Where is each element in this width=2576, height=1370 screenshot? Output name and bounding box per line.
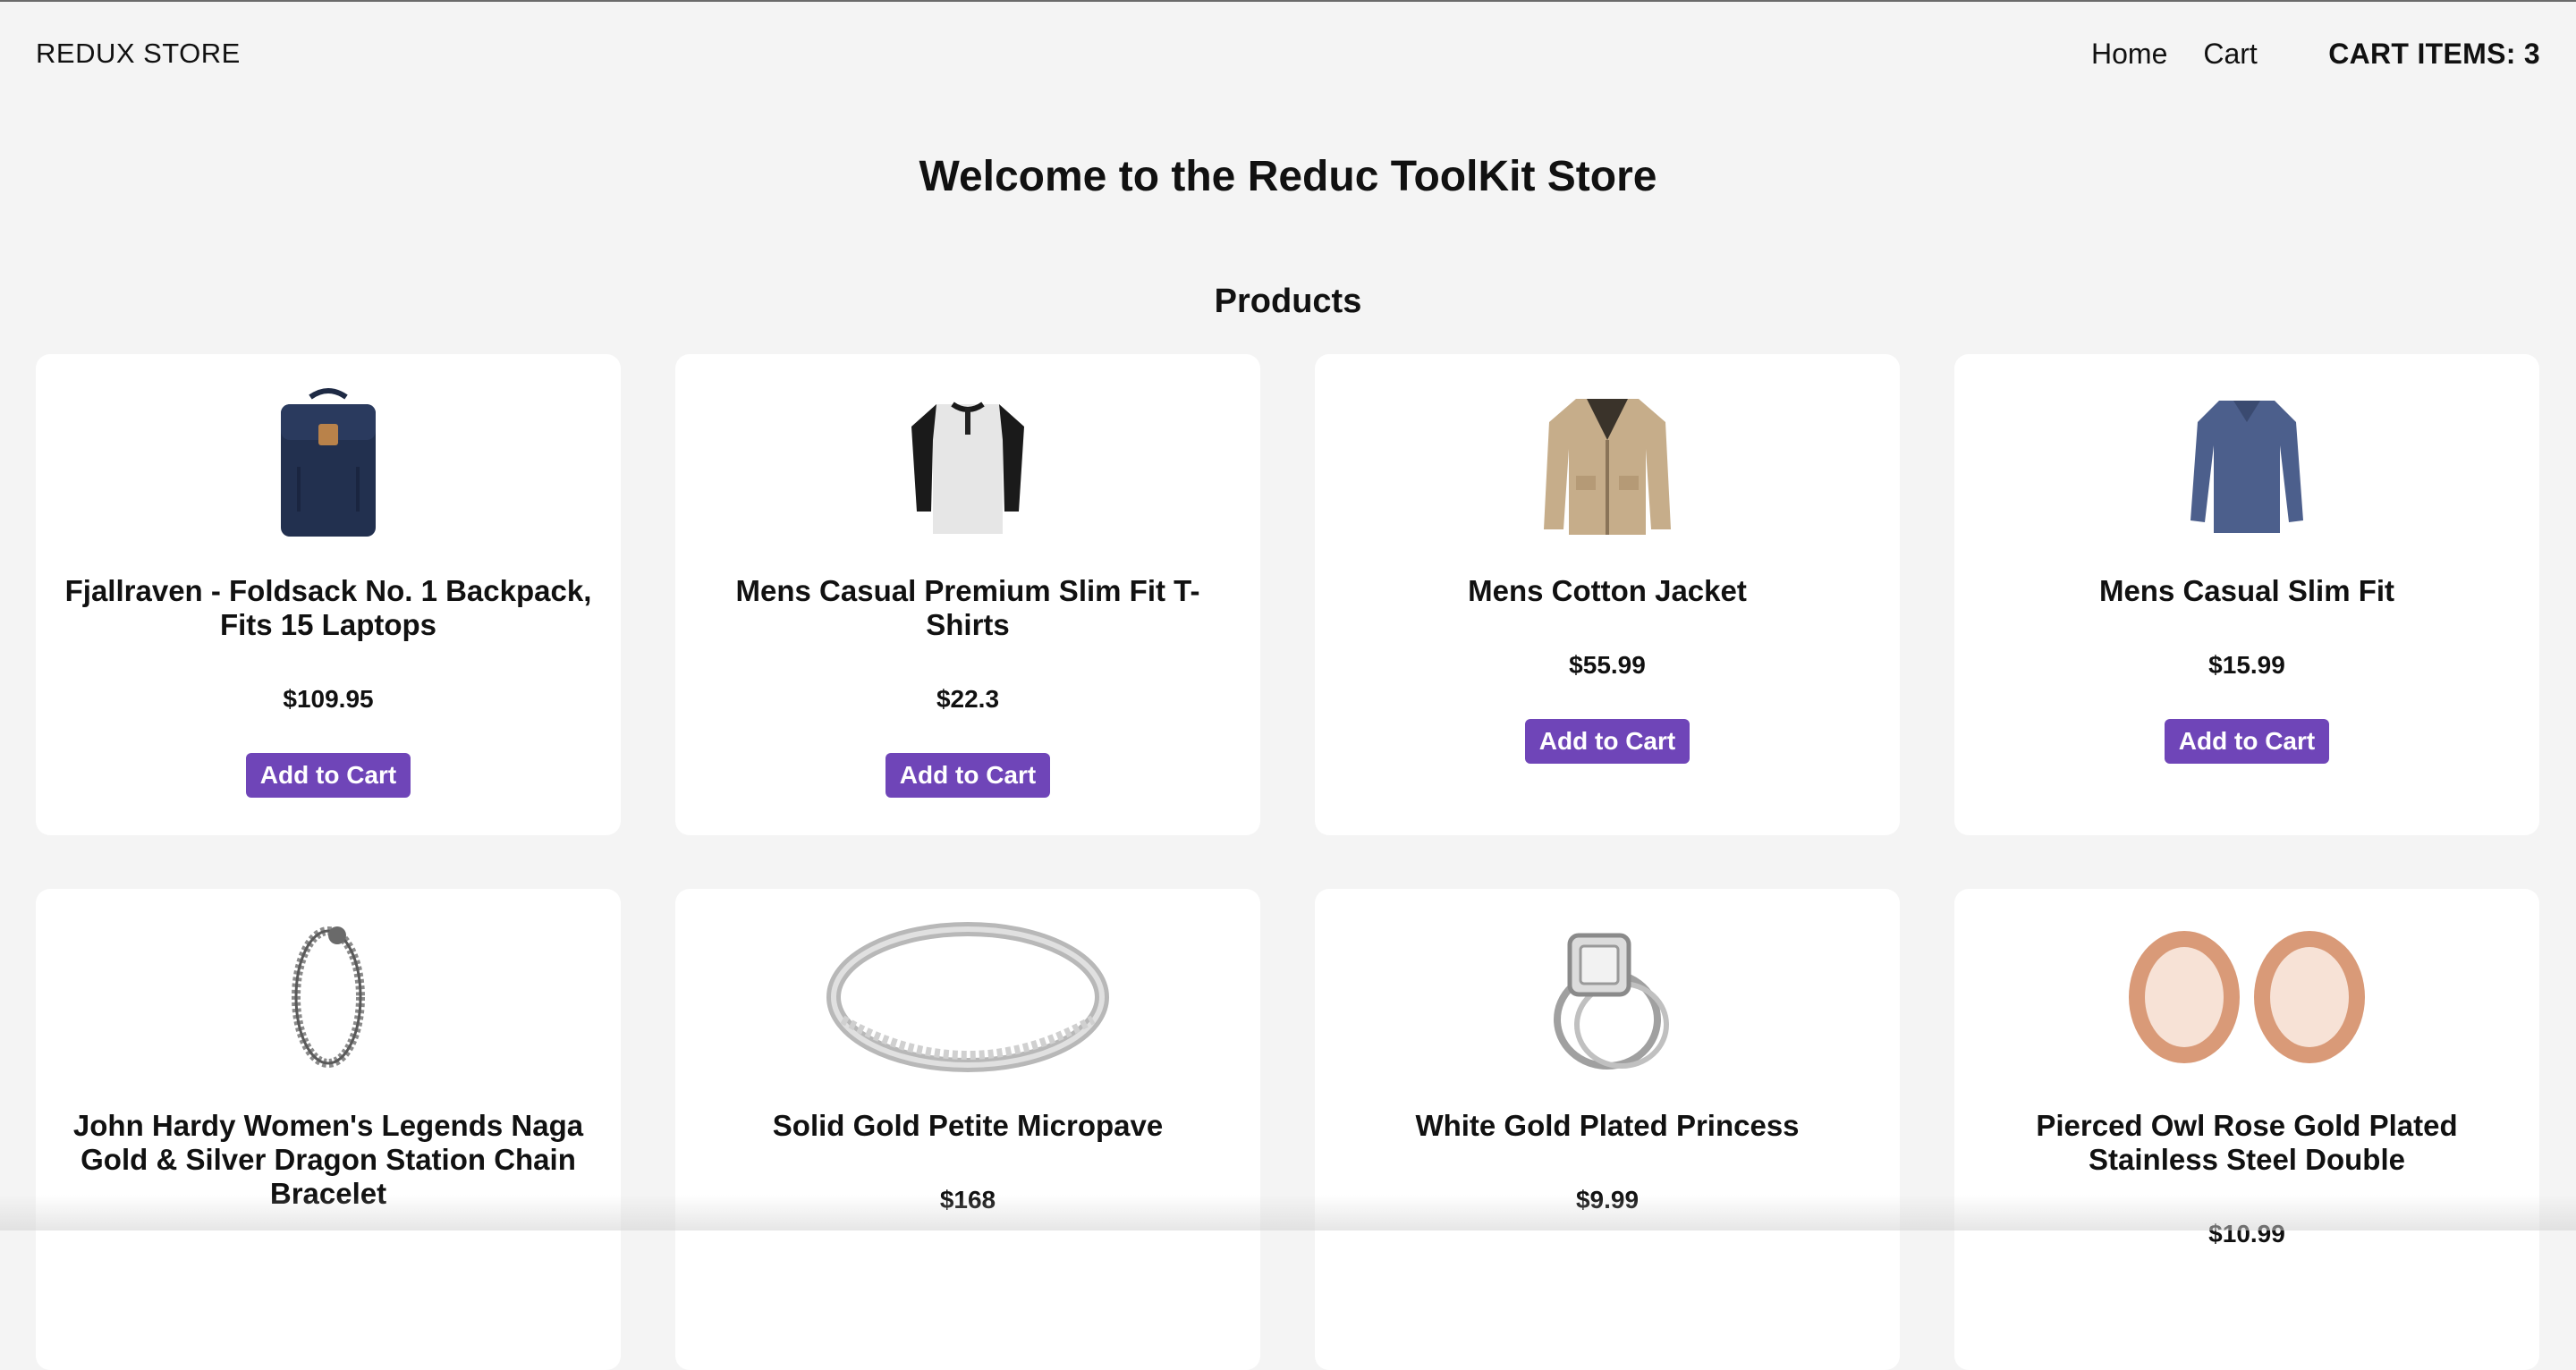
navbar: REDUX STORE Home Cart CART ITEMS: 3 <box>0 0 2576 111</box>
nav-home-link[interactable]: Home <box>2091 38 2167 71</box>
cart-items-count: CART ITEMS: 3 <box>2328 38 2540 70</box>
product-card: Pierced Owl Rose Gold Plated Stainless S… <box>1954 889 2539 1370</box>
long-sleeve-shirt-image[interactable] <box>1954 386 2539 538</box>
nav-links: Home Cart <box>2091 38 2258 71</box>
add-to-cart-button[interactable]: Add to Cart <box>246 753 411 798</box>
product-price: $22.3 <box>936 685 1000 713</box>
product-card: Solid Gold Petite Micropave $168 <box>675 889 1260 1370</box>
add-to-cart-button[interactable]: Add to Cart <box>886 753 1050 798</box>
product-title: Pierced Owl Rose Gold Plated Stainless S… <box>2036 1109 2458 1176</box>
product-title: Mens Cotton Jacket <box>1468 574 1747 607</box>
add-to-cart-button[interactable]: Add to Cart <box>1525 719 1690 764</box>
bottom-shadow <box>0 1195 2576 1230</box>
products-heading: Products <box>1214 283 1362 320</box>
product-price: $15.99 <box>2208 651 2285 679</box>
product-card: Mens Casual Premium Slim Fit T-Shirts $2… <box>675 354 1260 835</box>
product-title: White Gold Plated Princess <box>1415 1109 1800 1142</box>
henley-shirt-image[interactable] <box>675 386 1260 538</box>
nav-cart-link[interactable]: Cart <box>2203 38 2257 71</box>
page-title: Welcome to the Reduc ToolKit Store <box>919 153 1657 200</box>
product-card: John Hardy Women's Legends Naga Gold & S… <box>36 889 621 1370</box>
bracelet-image[interactable] <box>36 921 621 1073</box>
jacket-image[interactable] <box>1315 386 1900 538</box>
rose-gold-plugs-image[interactable] <box>1954 921 2539 1073</box>
product-title: Mens Casual Slim Fit <box>2098 574 2395 607</box>
product-title: Mens Casual Premium Slim Fit T-Shirts <box>735 574 1200 641</box>
product-title: Solid Gold Petite Micropave <box>772 1109 1164 1142</box>
product-card: Mens Casual Slim Fit $15.99 Add to Cart <box>1954 354 2539 835</box>
product-card: Fjallraven - Foldsack No. 1 Backpack, Fi… <box>36 354 621 835</box>
ring-image[interactable] <box>675 921 1260 1073</box>
product-price: $109.95 <box>283 685 374 713</box>
add-to-cart-button[interactable]: Add to Cart <box>2165 719 2329 764</box>
diamond-ring-image[interactable] <box>1315 921 1900 1073</box>
brand-logo[interactable]: REDUX STORE <box>36 38 241 70</box>
product-title: Fjallraven - Foldsack No. 1 Backpack, Fi… <box>64 574 592 641</box>
product-card: White Gold Plated Princess $9.99 <box>1315 889 1900 1370</box>
backpack-image[interactable] <box>36 386 621 538</box>
product-card: Mens Cotton Jacket $55.99 Add to Cart <box>1315 354 1900 835</box>
product-price: $55.99 <box>1569 651 1646 679</box>
